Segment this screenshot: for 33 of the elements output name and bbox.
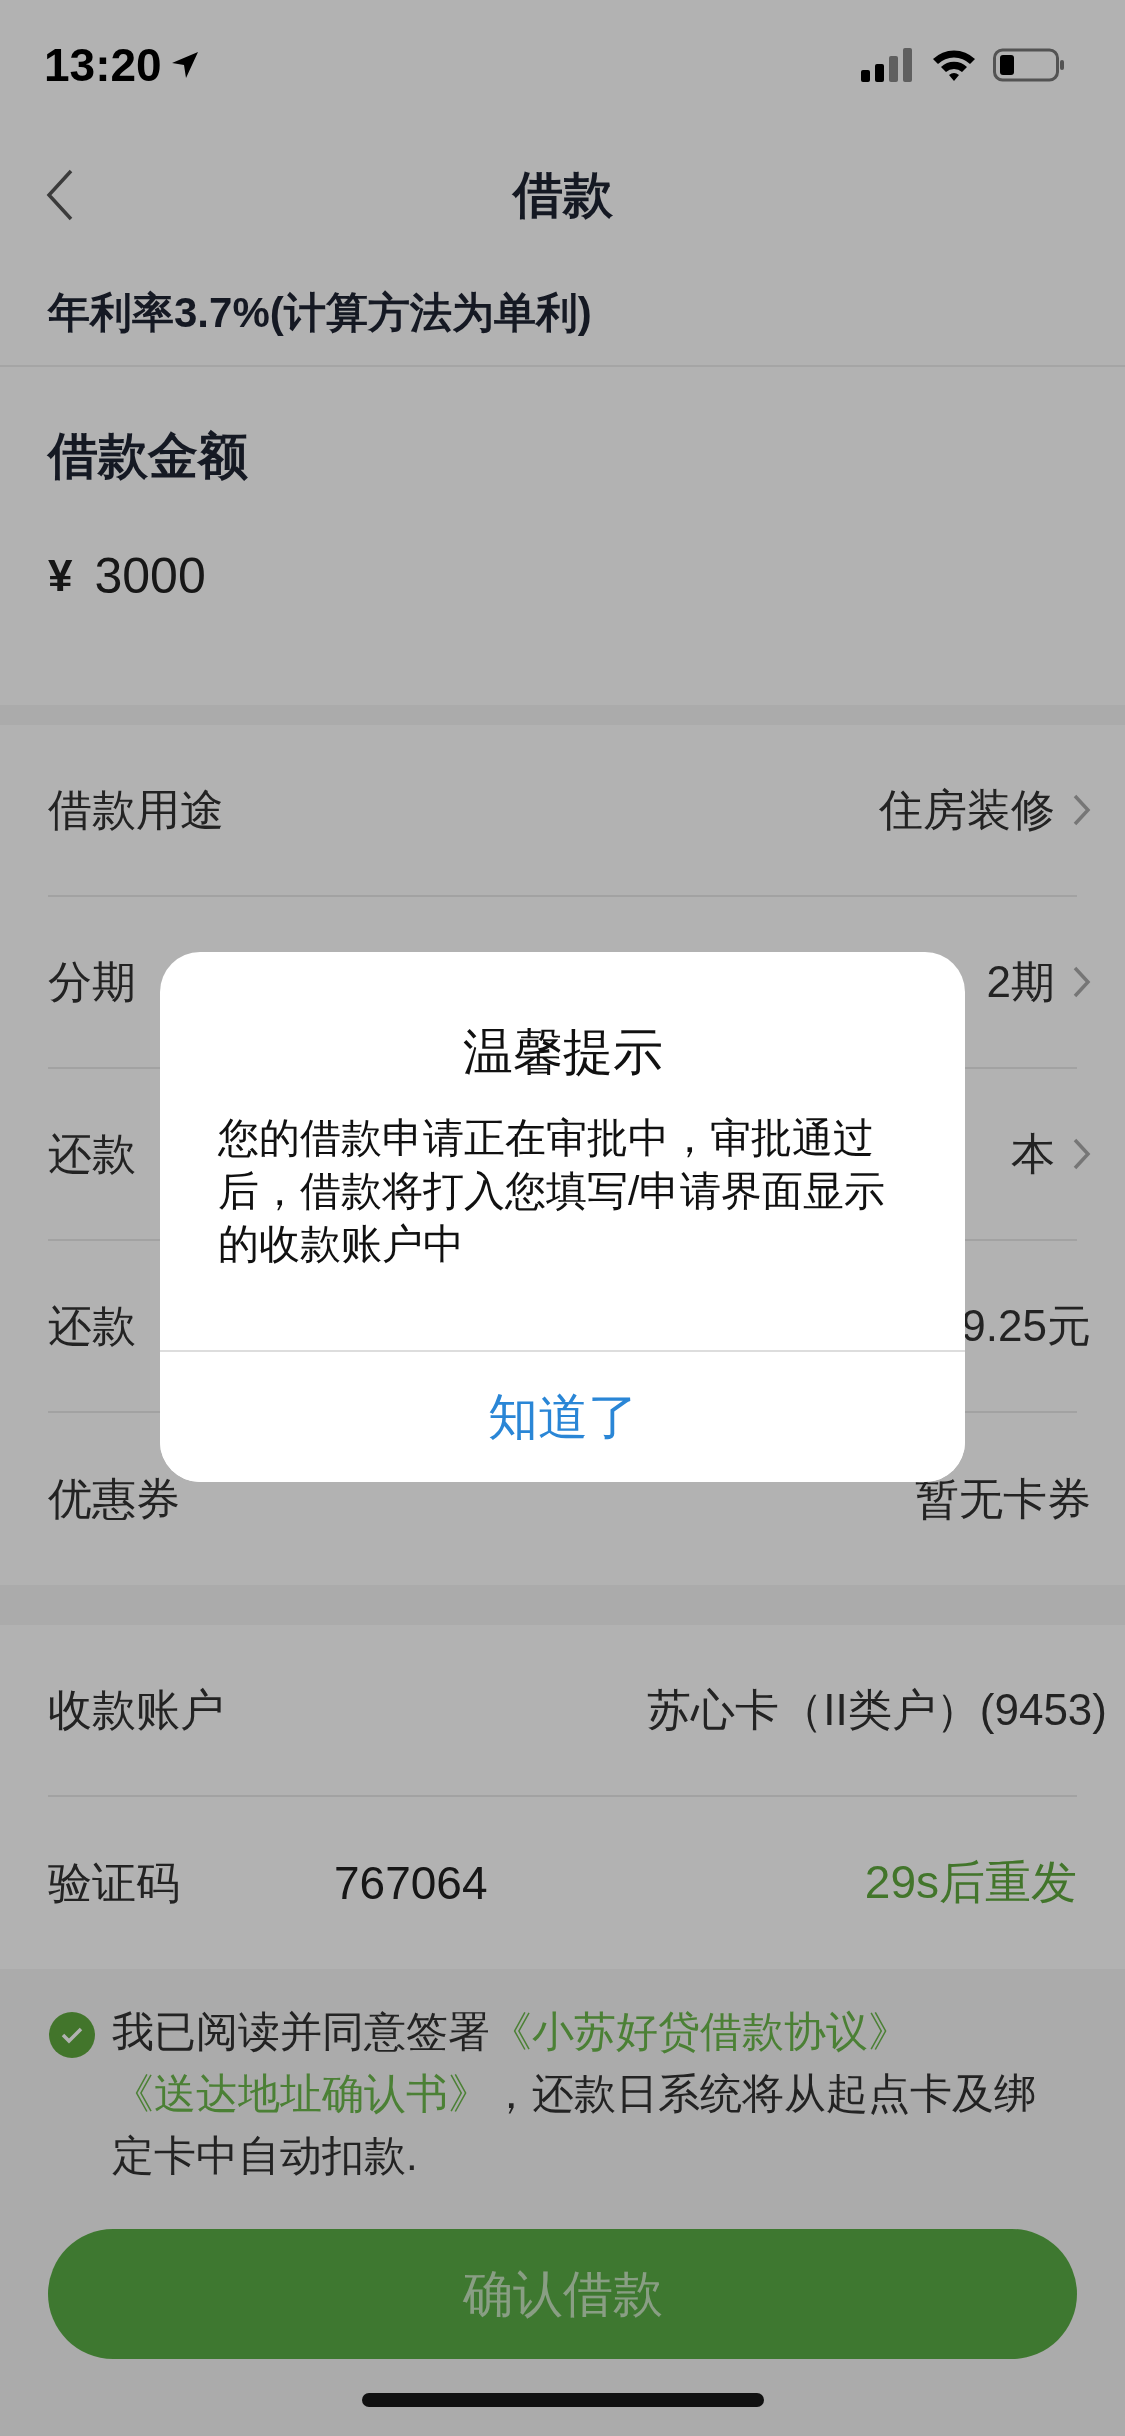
battery-icon xyxy=(993,48,1065,82)
dialog-title: 温馨提示 xyxy=(462,1023,663,1082)
agreement-link[interactable]: 《小苏好贷借款协议》 xyxy=(490,2008,910,2055)
checkbox[interactable] xyxy=(48,2011,96,2059)
row-label: 还款 xyxy=(48,1127,136,1180)
status-time: 13:20 xyxy=(44,38,162,92)
back-icon[interactable] xyxy=(46,169,74,221)
row-label: 借款用途 xyxy=(48,783,224,836)
dialog-message: 您的借款申请正在审批中，审批通过后，借款将打入您填写/申请界面显示的收款账户中 xyxy=(217,1114,887,1269)
row-value: 9.25元 xyxy=(961,1299,1091,1352)
row-label: 还款 xyxy=(48,1299,136,1352)
agreement-link[interactable]: 《送达地址确认书》 xyxy=(112,2070,490,2117)
row-value: 2期 xyxy=(986,955,1055,1008)
row-value: 本 xyxy=(1011,1127,1055,1180)
chevron-right-icon[interactable] xyxy=(1073,1138,1091,1170)
code-field[interactable]: 767064 xyxy=(334,1856,865,1910)
signal-icon xyxy=(861,48,915,82)
row-value: 住房装修 xyxy=(879,783,1055,836)
confirm-loan-button[interactable]: 确认借款 xyxy=(48,2229,1077,2359)
amount-label: 借款金额 xyxy=(48,427,248,486)
agreement-text: 我已阅读并同意签署《小苏好贷借款协议》 《送达地址确认书》，还款日系统将从起点卡及绑定卡中自动扣款. xyxy=(112,2007,1037,2181)
interest-rate-note: 年利率3.7%(计算方法为单利) xyxy=(0,260,1125,367)
chevron-right-icon[interactable] xyxy=(1073,794,1091,826)
wifi-icon xyxy=(931,48,977,82)
resend-link[interactable]: 29s后重发 xyxy=(864,1852,1077,1914)
currency-symbol: ¥ xyxy=(48,551,73,601)
chevron-right-icon[interactable] xyxy=(1073,966,1091,998)
page-title: 借款 xyxy=(512,165,613,225)
row-label: 验证码 xyxy=(48,1856,181,1909)
row-label: 分期 xyxy=(48,955,136,1008)
amount-value: 3000 xyxy=(94,547,206,605)
row-label: 收款账户 xyxy=(48,1683,224,1736)
row-value: 苏心卡（II类户）(9453) xyxy=(647,1683,1107,1736)
